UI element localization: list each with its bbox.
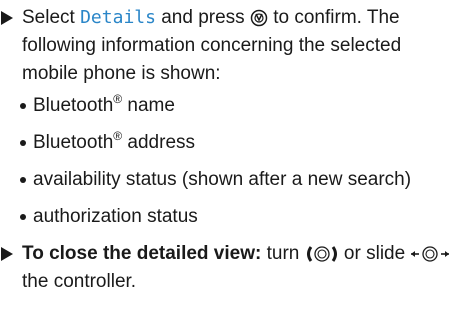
controller-slide-icon: [410, 245, 450, 263]
bullet-icon: [20, 103, 26, 109]
step2-text-turn: turn: [261, 243, 305, 264]
step-arrow-icon: [1, 247, 13, 261]
list-item: availability status (shown after a new s…: [0, 166, 453, 194]
step2-heading: To close the detailed view:: [22, 243, 262, 264]
list-item: Bluetooth® name: [0, 92, 453, 120]
bullet-icon: [20, 214, 26, 220]
step-select-details: Select Details and press to confirm. The…: [0, 4, 453, 88]
bullet-icon: [20, 177, 26, 183]
step2-text-after: the controller.: [22, 271, 137, 292]
controller-turn-icon: [305, 245, 339, 263]
controller-press-icon: [250, 9, 268, 27]
step-close-view: To close the detailed view: turn or slid…: [0, 240, 453, 296]
list-item: Bluetooth® address: [0, 129, 453, 157]
bullet-icon: [20, 140, 26, 146]
step-arrow-icon: [1, 11, 13, 25]
step1-text-before: Select: [22, 7, 81, 28]
step2-text-or: or slide: [338, 243, 411, 264]
step1-text-mid: and press: [155, 7, 250, 28]
list-item: authorization status: [0, 203, 453, 231]
menu-item-details: Details: [80, 7, 156, 28]
info-list: Bluetooth® name Bluetooth® address avail…: [0, 92, 453, 231]
instruction-page: Select Details and press to confirm. The…: [0, 0, 459, 327]
